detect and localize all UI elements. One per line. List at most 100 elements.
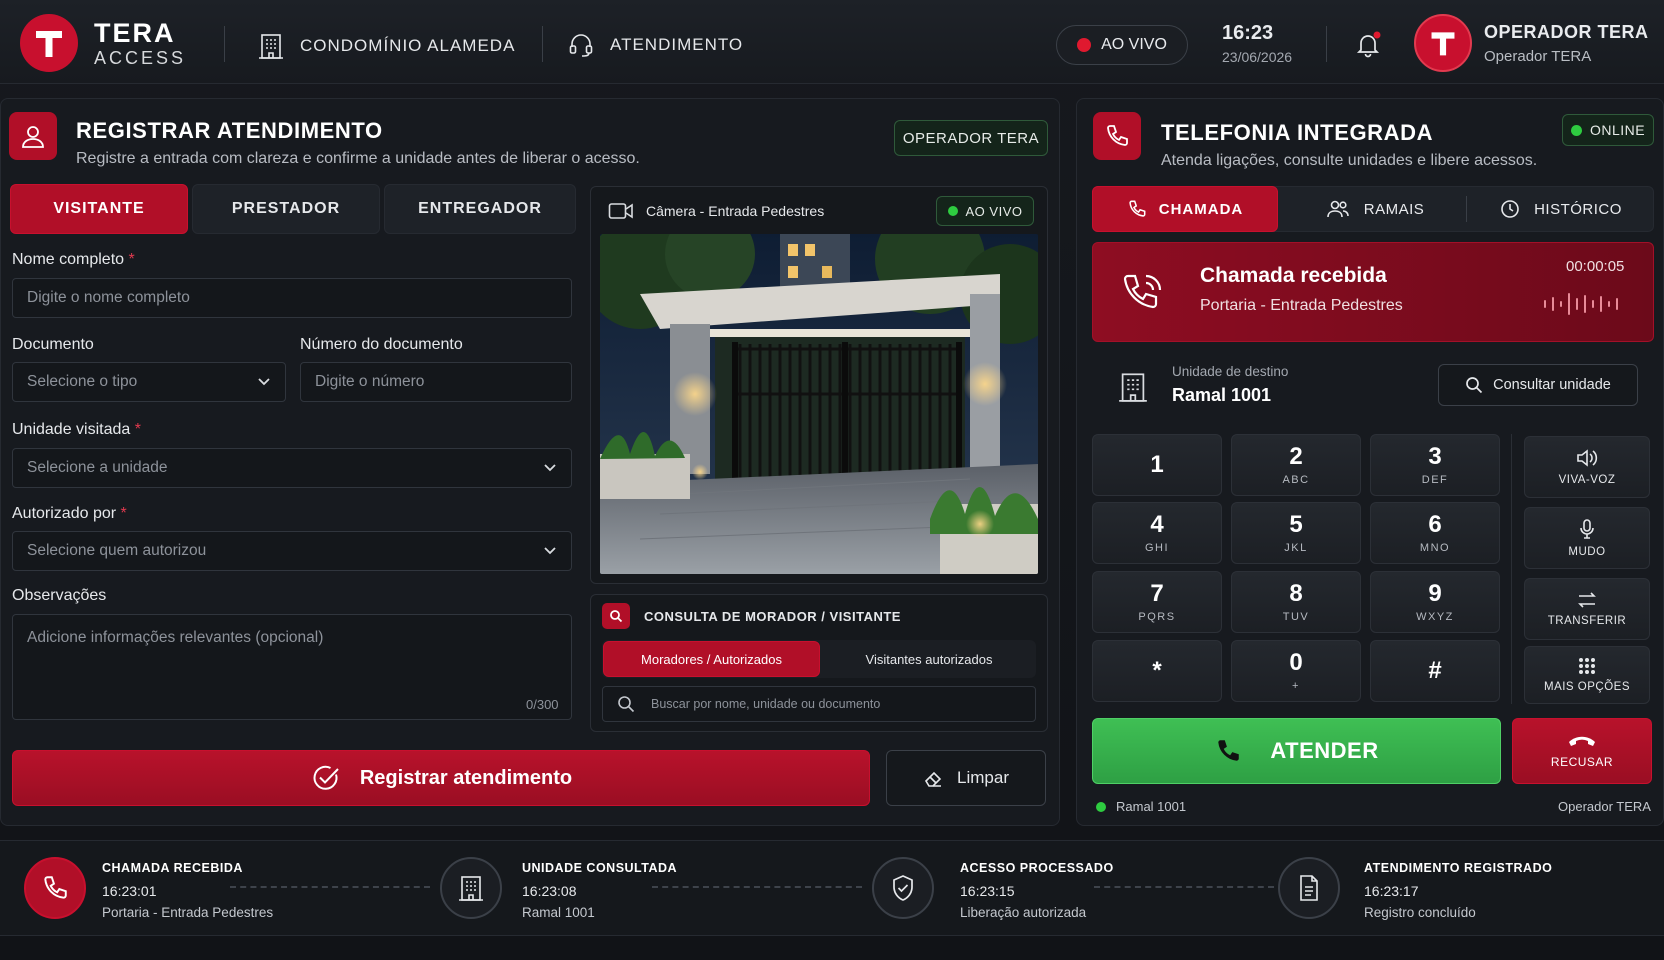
eraser-icon	[923, 768, 943, 788]
tab-divider	[1466, 196, 1467, 222]
key-digit: 1	[1150, 451, 1164, 478]
operator-label: Operador TERA	[1558, 799, 1651, 814]
tab-extensions[interactable]: RAMAIS	[1284, 186, 1466, 232]
required-mark: *	[134, 421, 141, 438]
phone-icon	[1127, 199, 1147, 219]
document-type-select[interactable]: Selecione o tipo	[12, 362, 286, 402]
lookup-search-input[interactable]: Buscar por nome, unidade ou documento	[602, 686, 1036, 722]
nav-condominium-label: CONDOMÍNIO ALAMEDA	[300, 36, 516, 55]
keypad-key-4[interactable]: 4 GHI	[1092, 502, 1222, 564]
step-time: 16:23:17	[1364, 883, 1419, 899]
full-name-label-text: Nome completo	[12, 251, 125, 268]
keypad-key-5[interactable]: 5 JKL	[1231, 502, 1361, 564]
tab-residents[interactable]: Moradores / Autorizados	[603, 641, 820, 677]
timeline-connector	[1094, 886, 1274, 888]
tab-entregador[interactable]: ENTREGADOR	[384, 184, 576, 234]
phone-icon	[1214, 737, 1242, 765]
search-icon	[602, 603, 630, 629]
step-detail: Ramal 1001	[522, 905, 595, 920]
keypad-key-2[interactable]: 2 ABC	[1231, 434, 1361, 496]
brand-name: TERA	[94, 18, 176, 48]
clock-time: 16:23	[1222, 22, 1274, 44]
users-icon	[1326, 199, 1350, 219]
keypad-key-7[interactable]: 7 PQRS	[1092, 571, 1222, 633]
key-digit: 3	[1428, 442, 1442, 470]
key-digit: *	[1152, 657, 1162, 684]
tab-visitante[interactable]: VISITANTE	[10, 184, 188, 234]
key-digit: 2	[1289, 442, 1303, 470]
shield-check-icon	[872, 857, 934, 919]
status-dot-icon	[1096, 801, 1106, 812]
keypad-key-hash[interactable]: #	[1370, 640, 1500, 702]
doc-number-input[interactable]: Digite o número	[300, 362, 572, 402]
clock-icon	[1500, 199, 1520, 219]
search-icon	[617, 695, 635, 713]
keypad-key-6[interactable]: 6 MNO	[1370, 502, 1500, 564]
keypad-key-0[interactable]: 0 +	[1231, 640, 1361, 702]
camera-live-label: AO VIVO	[965, 203, 1023, 219]
transfer-button[interactable]: TRANSFERIR	[1524, 578, 1650, 640]
key-digit: 0	[1289, 648, 1303, 676]
chevron-down-icon	[257, 377, 271, 387]
authorized-label: Autorizado por *	[12, 505, 127, 523]
building-icon	[1118, 370, 1148, 404]
decline-button[interactable]: RECUSAR	[1512, 718, 1652, 784]
user-name: OPERADOR TERA	[1484, 22, 1649, 42]
unit-select-value: Selecione a unidade	[27, 459, 168, 476]
clock-date: 23/06/2026	[1222, 49, 1293, 65]
incoming-call-info: Chamada recebida Portaria - Entrada Pede…	[1200, 264, 1403, 315]
authorized-select[interactable]: Selecione quem autorizou	[12, 531, 572, 571]
speaker-button[interactable]: VIVA-VOZ	[1524, 436, 1650, 498]
user-avatar[interactable]	[1414, 14, 1472, 72]
unit-select[interactable]: Selecione a unidade	[12, 448, 572, 488]
keypad-key-star[interactable]: *	[1092, 640, 1222, 702]
nav-condominium[interactable]: CONDOMÍNIO ALAMEDA	[258, 32, 515, 60]
extension-label: Ramal 1001	[1116, 799, 1187, 814]
extension-status: Ramal 1001	[1096, 799, 1186, 814]
timeline-step: UNIDADE CONSULTADA 16:23:08 Ramal 1001	[522, 861, 677, 920]
tab-history[interactable]: HISTÓRICO	[1470, 186, 1652, 232]
answer-button[interactable]: ATENDER	[1092, 718, 1501, 784]
keypad-key-9[interactable]: 9 WXYZ	[1370, 571, 1500, 633]
key-digit: 9	[1428, 579, 1442, 607]
clear-label: Limpar	[957, 768, 1009, 787]
tab-call[interactable]: CHAMADA	[1092, 186, 1278, 232]
live-indicator[interactable]: AO VIVO	[1056, 25, 1188, 65]
check-circle-icon	[310, 762, 342, 794]
required-mark: *	[120, 505, 127, 522]
timeline-connector	[652, 886, 862, 888]
header-divider	[1326, 26, 1327, 62]
nav-attendance[interactable]: ATENDIMENTO	[568, 32, 743, 58]
full-name-input[interactable]: Digite o nome completo	[12, 278, 572, 318]
keypad-key-3[interactable]: 3 DEF	[1370, 434, 1500, 496]
mute-button[interactable]: MUDO	[1524, 507, 1650, 569]
step-time: 16:23:15	[960, 883, 1015, 899]
clear-button[interactable]: Limpar	[886, 750, 1046, 806]
camera-icon	[608, 202, 634, 220]
key-digit: #	[1428, 657, 1442, 684]
tab-extensions-label: RAMAIS	[1363, 200, 1425, 218]
tab-authorized-visitors[interactable]: Visitantes autorizados	[824, 641, 1034, 677]
camera-feed[interactable]	[600, 234, 1038, 574]
consult-unit-button[interactable]: Consultar unidade	[1438, 364, 1638, 406]
headset-icon	[568, 32, 594, 58]
key-digit: 4	[1150, 510, 1164, 538]
camera-feed-image	[600, 234, 1038, 574]
more-options-button[interactable]: MAIS OPÇÕES	[1524, 646, 1650, 704]
key-letters: JKL	[1284, 541, 1308, 554]
authorized-label-text: Autorizado por	[12, 505, 117, 522]
unit-label-text: Unidade visitada	[12, 421, 131, 438]
document-label: Documento	[12, 336, 94, 353]
tab-prestador[interactable]: PRESTADOR	[192, 184, 380, 234]
notifications-bell-icon[interactable]	[1353, 30, 1383, 60]
notes-textarea[interactable]: Adicione informações relevantes (opciona…	[12, 614, 572, 720]
user-info[interactable]: OPERADOR TERA Operador TERA	[1484, 22, 1649, 65]
keypad-key-1[interactable]: 1	[1092, 434, 1222, 496]
key-letters: ABC	[1282, 473, 1310, 486]
camera-header: Câmera - Entrada Pedestres	[608, 202, 824, 220]
register-title: REGISTRAR ATENDIMENTO	[76, 118, 383, 143]
unit-label: Unidade visitada *	[12, 421, 141, 439]
register-submit-button[interactable]: Registrar atendimento	[12, 750, 870, 806]
audio-wave-icon	[1542, 290, 1626, 318]
keypad-key-8[interactable]: 8 TUV	[1231, 571, 1361, 633]
